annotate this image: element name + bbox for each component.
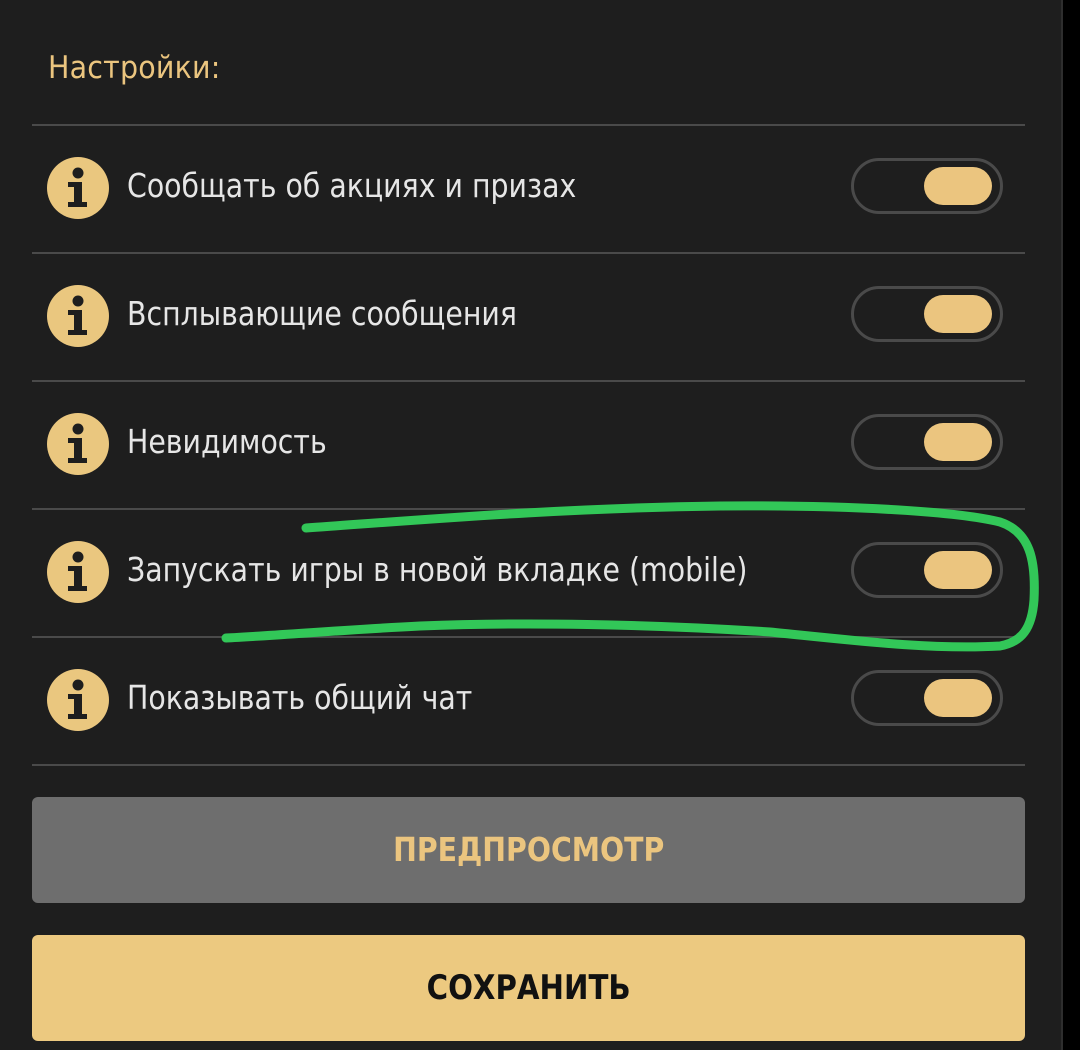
settings-panel: Настройки: Сообщать об акциях и призах В… [0,0,1062,1050]
save-button-label: СОХРАНИТЬ [426,968,631,1008]
settings-title: Настройки: [48,50,221,86]
setting-row-invisibility: Невидимость [32,382,1025,508]
toggle-knob [924,295,992,333]
toggle-knob [924,551,992,589]
setting-row-chat: Показывать общий чат [32,638,1025,764]
setting-label: Невидимость [127,422,327,461]
info-icon[interactable] [47,413,109,475]
divider [32,764,1025,766]
setting-label: Показывать общий чат [127,678,473,717]
toggle-knob [924,679,992,717]
toggle-knob [924,167,992,205]
setting-row-promotions: Сообщать об акциях и призах [32,126,1025,252]
preview-button-label: ПРЕДПРОСМОТР [392,830,665,869]
toggle-knob [924,423,992,461]
popups-toggle[interactable] [851,286,1003,342]
setting-label: Всплывающие сообщения [127,294,517,333]
save-button[interactable]: СОХРАНИТЬ [32,935,1025,1041]
invisibility-toggle[interactable] [851,414,1003,470]
info-icon[interactable] [47,669,109,731]
chat-toggle[interactable] [851,670,1003,726]
new-tab-toggle[interactable] [851,542,1003,598]
info-icon[interactable] [47,285,109,347]
screen-edge [1062,0,1080,1050]
setting-row-new-tab: Запускать игры в новой вкладке (mobile) [32,510,1025,636]
panel-border [1061,0,1063,1050]
setting-row-popups: Всплывающие сообщения [32,254,1025,380]
info-icon[interactable] [47,157,109,219]
preview-button[interactable]: ПРЕДПРОСМОТР [32,797,1025,903]
info-icon[interactable] [47,541,109,603]
promotions-toggle[interactable] [851,158,1003,214]
setting-label: Запускать игры в новой вкладке (mobile) [127,550,748,589]
setting-label: Сообщать об акциях и призах [127,166,577,205]
